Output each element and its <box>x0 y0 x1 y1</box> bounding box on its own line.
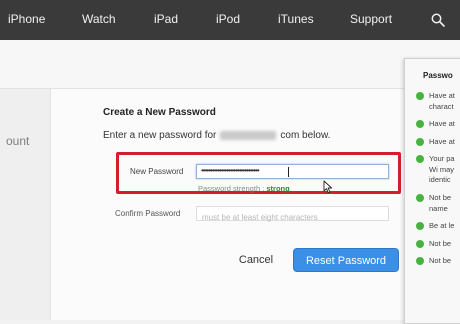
requirement-text-cont: identic <box>429 175 451 184</box>
check-icon <box>416 138 424 146</box>
top-navigation-bar: iPhone Watch iPad iPod iTunes Support <box>0 0 460 40</box>
requirement-item: Your pa <box>405 154 460 164</box>
password-requirements-panel: Passwo Have at charact Have at Have at Y… <box>404 58 460 324</box>
requirement-text: Not be <box>429 239 452 248</box>
reset-password-button[interactable]: Reset Password <box>293 248 399 272</box>
requirement-item: Not be <box>405 239 460 249</box>
requirement-item: Have at <box>405 91 460 101</box>
mouse-pointer-icon <box>323 180 333 194</box>
text-caret <box>288 167 289 177</box>
page-title: Create a New Password <box>103 107 216 118</box>
main-content <box>51 89 405 320</box>
requirements-title: Passwo <box>423 71 453 80</box>
new-password-field[interactable]: •••••••••••••••••••••••••••••••• <box>196 164 389 179</box>
requirement-text-cont: name <box>429 204 448 213</box>
sidebar-account-label[interactable]: ount <box>6 134 29 148</box>
requirement-text-cont: Wi may <box>429 165 454 174</box>
check-icon <box>416 120 424 128</box>
requirement-text-cont: charact <box>429 102 454 111</box>
requirement-text: Your pa <box>429 154 455 163</box>
requirement-item: Be at le <box>405 221 460 231</box>
new-password-label: New Password <box>130 167 184 176</box>
search-icon[interactable] <box>431 13 445 27</box>
nav-item-ipod[interactable]: iPod <box>216 12 240 26</box>
nav-item-support[interactable]: Support <box>350 12 392 26</box>
check-icon <box>416 257 424 265</box>
form-instruction: Enter a new password for com below. <box>103 130 330 141</box>
requirement-text: Not be <box>429 256 452 265</box>
check-icon <box>416 194 424 202</box>
requirement-item: Have at <box>405 119 460 129</box>
check-icon <box>416 92 424 100</box>
confirm-password-field[interactable] <box>196 206 389 224</box>
instruction-suffix: com below. <box>280 130 331 141</box>
cancel-button[interactable]: Cancel <box>224 249 288 271</box>
nav-item-iphone[interactable]: iPhone <box>8 12 45 26</box>
confirm-password-label: Confirm Password <box>115 209 181 218</box>
nav-item-ipad[interactable]: iPad <box>154 12 178 26</box>
new-password-value: •••••••••••••••••••••••••••••••• <box>201 166 260 175</box>
nav-item-itunes[interactable]: iTunes <box>278 12 314 26</box>
requirement-text: Have at <box>429 91 455 100</box>
requirement-item: Not be <box>405 256 460 266</box>
sub-header <box>0 40 460 89</box>
strength-label: Password strength : <box>198 184 265 193</box>
confirm-password-input[interactable] <box>197 211 388 224</box>
requirement-item: Have at <box>405 137 460 147</box>
instruction-prefix: Enter a new password for <box>103 130 217 141</box>
nav-item-watch[interactable]: Watch <box>82 12 116 26</box>
requirement-text: Be at le <box>429 221 455 230</box>
strength-value: strong <box>266 184 290 193</box>
requirement-text: Have at <box>429 119 455 128</box>
left-sidebar <box>0 89 51 320</box>
requirement-text: Not be <box>429 193 452 202</box>
check-icon <box>416 155 424 163</box>
requirement-text: Have at <box>429 137 455 146</box>
requirement-item: Not be <box>405 193 460 203</box>
check-icon <box>416 222 424 230</box>
password-strength: Password strength : strong <box>198 184 290 193</box>
check-icon <box>416 240 424 248</box>
blurred-email <box>220 130 277 140</box>
